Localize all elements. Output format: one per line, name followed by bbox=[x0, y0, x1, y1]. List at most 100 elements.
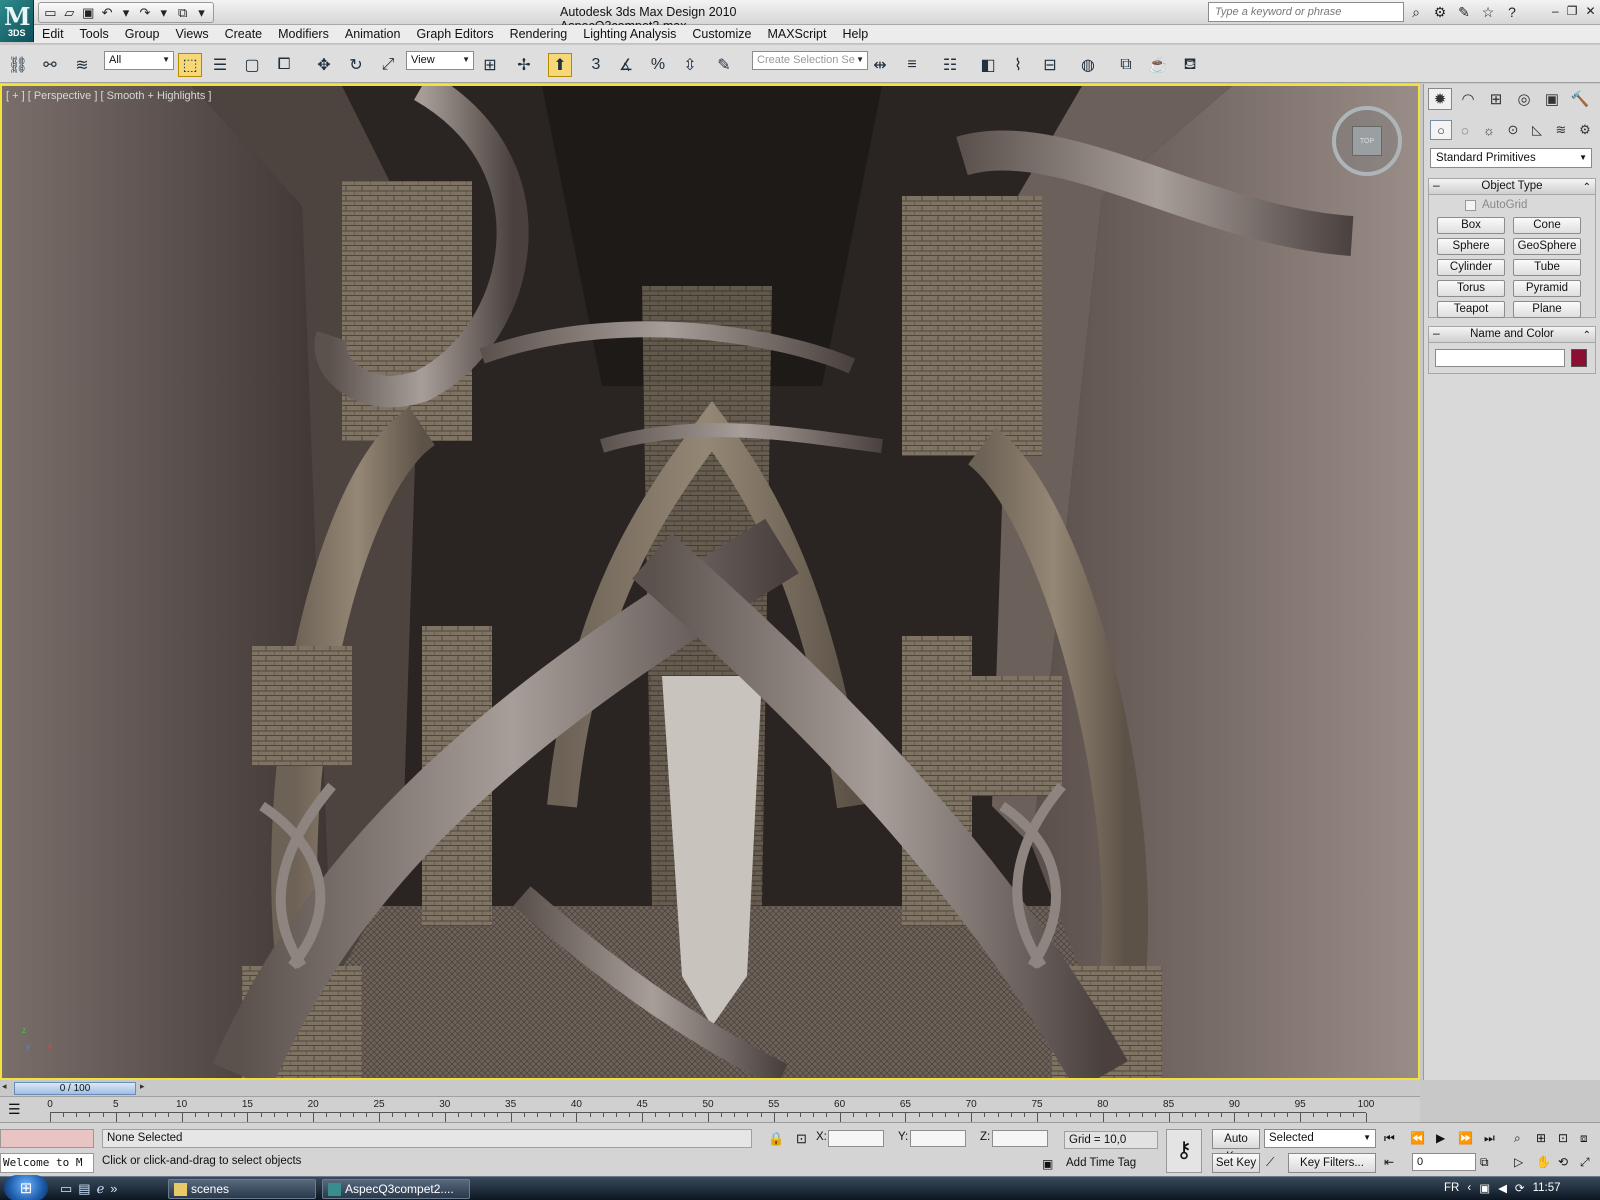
display-tab-icon[interactable]: ▣ bbox=[1540, 88, 1564, 110]
add-time-tag[interactable]: Add Time Tag bbox=[1066, 1157, 1136, 1169]
time-prev-arrow-icon[interactable]: ◂ bbox=[2, 1081, 7, 1092]
binoculars-icon[interactable]: ⌕ bbox=[1406, 4, 1426, 21]
browser-icon[interactable]: ℯ bbox=[97, 1181, 105, 1197]
taskbar-item-3dsmax[interactable]: AspecQ3compet2.... bbox=[322, 1179, 470, 1199]
menu-help[interactable]: Help bbox=[834, 27, 876, 41]
pyramid-button[interactable]: Pyramid bbox=[1513, 280, 1581, 297]
show-desktop-icon[interactable]: ▭ bbox=[60, 1181, 72, 1197]
set-key-button[interactable]: Set Key bbox=[1212, 1153, 1260, 1173]
create-tab-icon[interactable]: ✹ bbox=[1428, 88, 1452, 110]
current-frame-field[interactable]: 0 bbox=[1412, 1153, 1476, 1171]
pan-icon[interactable]: ✋ bbox=[1536, 1155, 1551, 1169]
percent-snap-icon[interactable]: % bbox=[646, 53, 670, 77]
menu-views[interactable]: Views bbox=[167, 27, 216, 41]
bind-spacewarp-icon[interactable]: ≋ bbox=[70, 53, 94, 77]
reference-coordinate-dropdown[interactable]: View bbox=[406, 51, 474, 70]
clock[interactable]: 11:57 bbox=[1533, 1182, 1561, 1194]
redo-icon[interactable]: ↷ bbox=[136, 4, 153, 21]
tube-button[interactable]: Tube bbox=[1513, 259, 1581, 276]
geosphere-button[interactable]: GeoSphere bbox=[1513, 238, 1581, 255]
app-menu-logo[interactable]: M 3DS bbox=[0, 0, 34, 42]
tray-expand-icon[interactable]: ‹ bbox=[1467, 1182, 1471, 1194]
viewport-label[interactable]: [ + ] [ Perspective ] [ Smooth + Highlig… bbox=[6, 90, 211, 102]
taskbar-item-scenes[interactable]: scenes bbox=[168, 1179, 316, 1199]
spinner-snap-icon[interactable]: ⇳ bbox=[678, 53, 702, 77]
menu-lighting-analysis[interactable]: Lighting Analysis bbox=[575, 27, 684, 41]
edit-named-selection-icon[interactable]: ✎ bbox=[712, 53, 736, 77]
use-pivot-icon[interactable]: ⊞ bbox=[478, 53, 502, 77]
menu-customize[interactable]: Customize bbox=[684, 27, 759, 41]
absolute-mode-icon[interactable]: ⊡ bbox=[796, 1131, 807, 1147]
mirror-icon[interactable]: ⇹ bbox=[868, 53, 892, 77]
restore-icon[interactable]: ❐ bbox=[1567, 4, 1578, 18]
zoom-icon[interactable]: ⌕ bbox=[1514, 1131, 1521, 1146]
time-tag-icon[interactable]: ▣ bbox=[1042, 1157, 1053, 1171]
named-selection-dropdown[interactable]: Create Selection Se bbox=[752, 51, 868, 70]
maxscript-listener-mini[interactable] bbox=[0, 1129, 94, 1148]
move-icon[interactable]: ✥ bbox=[312, 53, 336, 77]
next-frame-icon[interactable]: ⏩ bbox=[1458, 1131, 1473, 1145]
cylinder-button[interactable]: Cylinder bbox=[1437, 259, 1505, 276]
start-button[interactable]: ⊞ bbox=[4, 1175, 48, 1200]
sphere-button[interactable]: Sphere bbox=[1437, 238, 1505, 255]
menu-group[interactable]: Group bbox=[117, 27, 168, 41]
prev-frame-icon[interactable]: ⏪ bbox=[1410, 1131, 1425, 1145]
open-file-icon[interactable]: ▱ bbox=[61, 4, 78, 21]
plane-button[interactable]: Plane bbox=[1513, 301, 1581, 318]
curve-editor-mini-icon[interactable]: ☰ bbox=[8, 1101, 21, 1118]
cameras-icon[interactable]: ⊙ bbox=[1502, 120, 1524, 140]
search-input[interactable]: Type a keyword or phrase bbox=[1208, 2, 1404, 22]
snap-toggle-icon[interactable]: 3 bbox=[584, 53, 608, 77]
track-bar[interactable]: ☰ 0 5 10 15 20 25 30 35 40 45 50 55 60 65 70 75 80 85 90 95… bbox=[0, 1096, 1420, 1122]
x-coordinate-field[interactable] bbox=[828, 1130, 884, 1147]
more-launch-icon[interactable]: » bbox=[110, 1181, 117, 1197]
spacewarps-icon[interactable]: ≋ bbox=[1550, 120, 1572, 140]
cone-button[interactable]: Cone bbox=[1513, 217, 1581, 234]
layer-manager-icon[interactable]: ☷ bbox=[938, 53, 962, 77]
close-icon[interactable]: ✕ bbox=[1585, 4, 1595, 18]
object-color-swatch[interactable] bbox=[1571, 349, 1587, 367]
render-setup-icon[interactable]: ⧉ bbox=[1114, 53, 1138, 77]
curve-editor-icon[interactable]: ⌇ bbox=[1006, 53, 1030, 77]
maxscript-input[interactable]: Welcome to M bbox=[0, 1153, 94, 1173]
project-folder-icon[interactable]: ⧉ bbox=[174, 4, 191, 21]
lights-icon[interactable]: ☼ bbox=[1478, 120, 1500, 140]
lock-selection-icon[interactable]: 🔒 bbox=[768, 1131, 784, 1147]
sync-icon[interactable]: ⟳ bbox=[1515, 1181, 1525, 1195]
new-file-icon[interactable]: ▭ bbox=[42, 4, 59, 21]
selection-filter-dropdown[interactable]: All bbox=[104, 51, 174, 70]
align-icon[interactable]: ≡ bbox=[900, 53, 924, 77]
undo-icon[interactable]: ↶ bbox=[99, 4, 116, 21]
rendered-frame-icon[interactable]: ☕ bbox=[1146, 53, 1170, 77]
subscription-icon[interactable]: ⚙ bbox=[1430, 4, 1450, 21]
menu-graph-editors[interactable]: Graph Editors bbox=[408, 27, 501, 41]
geometry-icon[interactable]: ○ bbox=[1430, 120, 1452, 140]
menu-edit[interactable]: Edit bbox=[34, 27, 72, 41]
auto-key-button[interactable]: Auto Key bbox=[1212, 1129, 1260, 1163]
communication-icon[interactable]: ✎ bbox=[1454, 4, 1474, 21]
time-next-arrow-icon[interactable]: ▸ bbox=[140, 1081, 145, 1092]
menu-rendering[interactable]: Rendering bbox=[502, 27, 576, 41]
select-manipulate-icon[interactable]: ✢ bbox=[512, 53, 536, 77]
viewcube[interactable]: TOP bbox=[1332, 106, 1402, 176]
goto-start-icon[interactable]: ⏮ bbox=[1384, 1131, 1395, 1146]
perspective-viewport[interactable]: [ + ] [ Perspective ] [ Smooth + Highlig… bbox=[0, 84, 1420, 1080]
menu-maxscript[interactable]: MAXScript bbox=[759, 27, 834, 41]
favorites-icon[interactable]: ☆ bbox=[1478, 4, 1498, 21]
autogrid-box[interactable] bbox=[1465, 199, 1476, 211]
minimize-icon[interactable]: – bbox=[1552, 4, 1559, 18]
menu-create[interactable]: Create bbox=[217, 27, 271, 41]
time-config-icon[interactable]: ⧉ bbox=[1480, 1155, 1489, 1170]
time-slider-track[interactable]: ◂ 0 / 100 ▸ bbox=[0, 1080, 1420, 1096]
link-icon[interactable]: ⛓ bbox=[6, 53, 30, 77]
utilities-tab-icon[interactable]: 🔨 bbox=[1568, 88, 1592, 110]
rotate-icon[interactable]: ↻ bbox=[344, 53, 368, 77]
quick-access-menu-icon[interactable]: ▾ bbox=[193, 4, 210, 21]
key-tangent-icon[interactable]: ⟋ bbox=[1266, 1155, 1274, 1170]
keyboard-shortcut-icon[interactable]: ⬆ bbox=[548, 53, 572, 77]
hierarchy-tab-icon[interactable]: ⊞ bbox=[1484, 88, 1508, 110]
render-production-icon[interactable]: ⛾ bbox=[1178, 53, 1202, 77]
modify-tab-icon[interactable]: ◠ bbox=[1456, 88, 1480, 110]
material-editor-icon[interactable]: ◍ bbox=[1076, 53, 1100, 77]
window-crossing-icon[interactable]: ⧠ bbox=[272, 53, 296, 77]
